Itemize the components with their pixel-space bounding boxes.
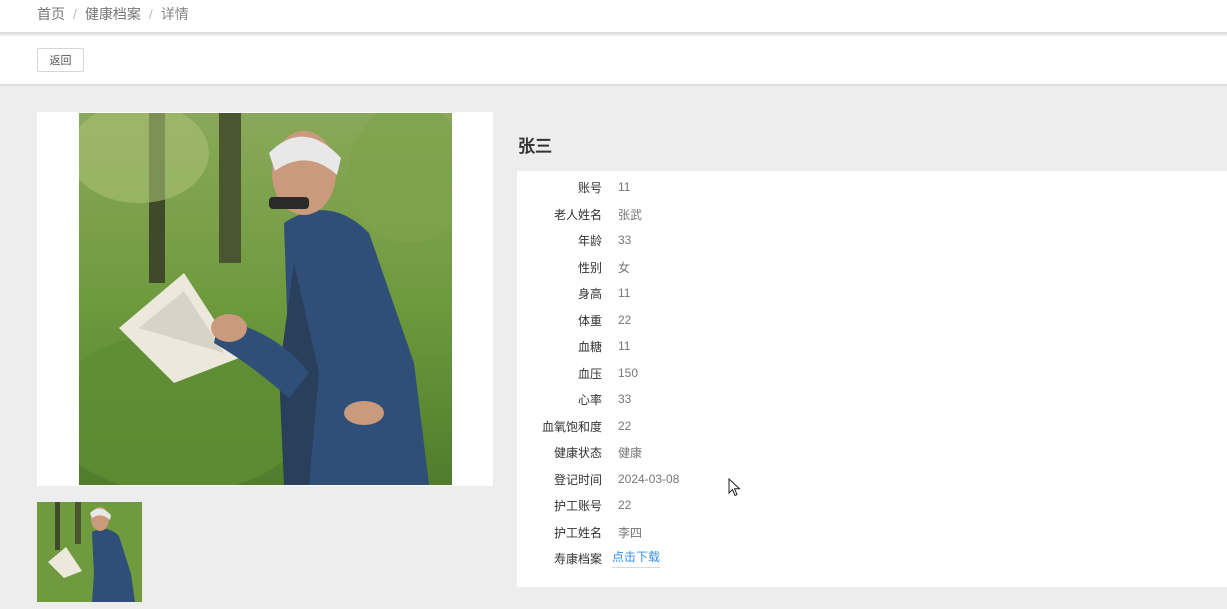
photo-thumbnail[interactable] — [37, 502, 142, 602]
breadcrumb-health-records[interactable]: 健康档案 — [85, 4, 141, 24]
detail-value: 健康 — [618, 445, 643, 460]
detail-row: 身高 11 — [517, 280, 630, 306]
breadcrumb: 首页 / 健康档案 / 详情 — [37, 4, 189, 24]
download-link[interactable]: 点击下载 — [612, 548, 661, 568]
detail-value: 张武 — [618, 207, 643, 222]
detail-row: 护工账号 22 — [517, 492, 631, 518]
detail-label: 登记时间 — [553, 472, 602, 487]
breadcrumb-bar: 首页 / 健康档案 / 详情 — [0, 0, 1227, 34]
breadcrumb-separator: / — [73, 6, 77, 22]
detail-row: 性别 女 — [517, 254, 630, 280]
detail-row: 体重 22 — [517, 307, 631, 333]
detail-label: 体重 — [577, 313, 602, 328]
breadcrumb-separator: / — [148, 6, 153, 22]
detail-row: 心率 33 — [517, 386, 631, 412]
detail-label: 护工姓名 — [553, 525, 602, 540]
breadcrumb-home[interactable]: 首页 — [37, 4, 65, 24]
detail-row: 血压 150 — [517, 360, 638, 386]
detail-row: 健康状态 健康 — [517, 439, 642, 465]
detail-label: 账号 — [577, 180, 602, 195]
detail-value: 22 — [618, 419, 632, 433]
detail-value: 33 — [618, 233, 632, 247]
detail-value: 李四 — [618, 525, 643, 540]
detail-row: 血氧饱和度 22 — [517, 413, 631, 439]
detail-value: 11 — [618, 339, 631, 353]
breadcrumb-detail: 详情 — [160, 6, 189, 22]
detail-label: 血糖 — [577, 339, 602, 354]
detail-value: 150 — [618, 366, 639, 380]
detail-value: 11 — [618, 286, 631, 300]
detail-row: 账号 11 — [517, 174, 630, 200]
detail-label: 老人姓名 — [553, 207, 602, 222]
detail-value: 女 — [618, 260, 631, 275]
detail-row: 年龄 33 — [517, 227, 631, 253]
detail-value: 22 — [618, 313, 632, 327]
detail-value: 33 — [618, 392, 632, 406]
detail-row: 寿康档案 点击下载 — [517, 545, 661, 571]
detail-label: 血压 — [577, 366, 602, 381]
toolbar: 返回 — [0, 36, 1227, 86]
detail-row: 老人姓名 张武 — [517, 201, 642, 227]
elderly-man-photo — [79, 113, 452, 485]
detail-value: 11 — [618, 180, 631, 194]
person-name: 张三 — [518, 137, 552, 156]
detail-row: 护工姓名 李四 — [517, 519, 642, 545]
back-button[interactable]: 返回 — [37, 48, 84, 72]
detail-label: 心率 — [577, 392, 602, 407]
detail-label: 血氧饱和度 — [541, 419, 602, 434]
main-image-frame — [37, 112, 493, 486]
detail-value: 22 — [618, 498, 632, 512]
mouse-cursor-icon — [728, 478, 741, 497]
detail-label: 健康状态 — [553, 445, 602, 460]
detail-row: 血糖 11 — [517, 333, 630, 359]
detail-label: 性别 — [577, 260, 602, 275]
detail-row: 登记时间 2024-03-08 — [517, 466, 679, 492]
detail-value: 2024-03-08 — [618, 472, 680, 486]
detail-label: 寿康档案 — [553, 551, 602, 566]
detail-label: 年龄 — [577, 233, 602, 248]
detail-label: 身高 — [577, 286, 602, 301]
detail-label: 护工账号 — [553, 498, 602, 513]
detail-panel: 账号 11 老人姓名 张武 年龄 33 性别 女 身高 11 体重 22 血糖 … — [517, 171, 1227, 587]
